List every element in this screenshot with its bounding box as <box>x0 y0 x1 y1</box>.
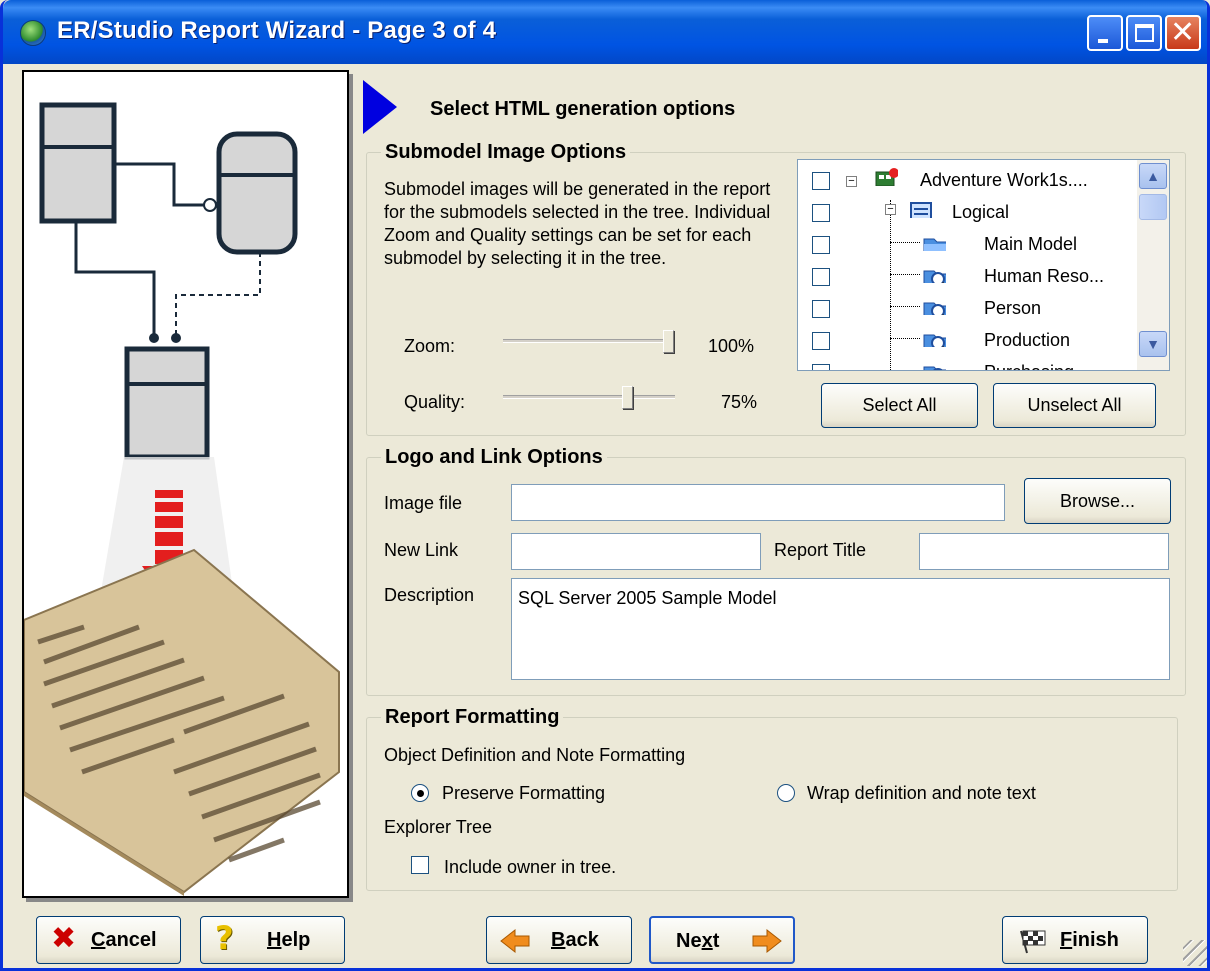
image-file-label: Image file <box>384 493 463 513</box>
quality-slider-thumb[interactable] <box>622 386 633 409</box>
collapse-icon[interactable]: − <box>885 204 896 215</box>
submodel-description: Submodel images will be generated in the… <box>384 179 771 268</box>
tree-item-checkbox[interactable] <box>812 300 830 318</box>
diagram-to-report-illustration <box>23 102 340 896</box>
wrap-text-label[interactable]: Wrap definition and note text <box>807 783 1036 804</box>
submodel-icon <box>923 302 946 315</box>
tree-item[interactable]: Production <box>798 328 1138 359</box>
back-button[interactable]: Back <box>486 916 632 964</box>
include-owner-checkbox[interactable] <box>411 856 429 874</box>
submodel-icon <box>923 270 946 283</box>
quality-label: Quality: <box>404 392 466 412</box>
zoom-slider-track[interactable] <box>503 339 675 343</box>
radio-selected-dot <box>417 790 424 797</box>
tree-item-label: Production <box>984 330 1071 350</box>
app-globe-icon <box>20 20 46 46</box>
tree-item[interactable]: Person <box>798 296 1138 327</box>
page-heading: Select HTML generation options <box>430 98 736 120</box>
description-label: Description <box>384 585 475 605</box>
cancel-button-label: Cancel <box>91 929 157 951</box>
zoom-value: 100% <box>708 336 755 356</box>
tree-item[interactable]: Purchasing <box>798 360 1138 370</box>
description-textarea[interactable]: SQL Server 2005 Sample Model <box>511 578 1170 680</box>
zoom-label: Zoom: <box>404 336 456 356</box>
scroll-thumb[interactable] <box>1139 194 1167 220</box>
tree-item[interactable]: − Adventure Work1s.... <box>798 168 1138 199</box>
preserve-formatting-radio[interactable] <box>411 784 429 802</box>
finish-button-label: Finish <box>1060 929 1119 951</box>
wizard-window: ER/Studio Report Wizard - Page 3 of 4 ✕ <box>0 0 1210 971</box>
tree-item-checkbox[interactable] <box>812 332 830 350</box>
tree-item-label: Main Model <box>984 234 1078 254</box>
tree-item-label: Person <box>984 298 1042 318</box>
submodel-icon <box>923 334 946 347</box>
include-owner-label[interactable]: Include owner in tree. <box>444 857 616 878</box>
folder-icon <box>923 238 946 251</box>
wrap-text-radio[interactable] <box>777 784 795 802</box>
tree-item-checkbox[interactable] <box>812 364 830 370</box>
tree-item-checkbox[interactable] <box>812 204 830 222</box>
collapse-icon[interactable]: − <box>846 176 857 187</box>
report-title-label: Report Title <box>774 540 867 560</box>
page-indicator-arrow-icon <box>363 80 397 134</box>
minimize-button[interactable] <box>1087 15 1123 51</box>
unselect-all-button[interactable]: Unselect All <box>993 383 1156 428</box>
next-button[interactable]: Next <box>649 916 795 964</box>
logical-model-icon <box>910 202 932 218</box>
cancel-x-icon: ✖ <box>51 921 77 956</box>
explorer-tree-label: Explorer Tree <box>384 817 493 837</box>
submodel-icon <box>923 366 946 370</box>
wizard-illustration <box>22 70 349 898</box>
group-legend: Report Formatting <box>385 706 560 728</box>
report-title-input[interactable] <box>919 533 1169 570</box>
back-button-label: Back <box>551 929 599 951</box>
tree-item-label: Purchasing <box>984 362 1074 370</box>
close-button[interactable]: ✕ <box>1165 15 1201 51</box>
checkered-flag-icon <box>1020 930 1046 954</box>
tree-item-label: Logical <box>952 202 1010 222</box>
finish-button[interactable]: Finish <box>1002 916 1148 964</box>
tree-item-label: Human Reso... <box>984 266 1105 286</box>
title-bar[interactable]: ER/Studio Report Wizard - Page 3 of 4 ✕ <box>3 0 1207 64</box>
tree-scrollbar[interactable]: ▲ ▼ <box>1137 160 1169 370</box>
tree-item-label: Adventure Work1s.... <box>920 170 1088 190</box>
tree-item[interactable]: Human Reso... <box>798 264 1138 295</box>
tree-item-checkbox[interactable] <box>812 236 830 254</box>
object-definition-label: Object Definition and Note Formatting <box>384 745 686 765</box>
scroll-down-icon[interactable]: ▼ <box>1139 331 1167 357</box>
tree-item[interactable]: Main Model <box>798 232 1138 263</box>
tree-item-checkbox[interactable] <box>812 172 830 190</box>
minimize-icon <box>1098 39 1108 43</box>
browse-button[interactable]: Browse... <box>1024 478 1171 524</box>
group-legend: Submodel Image Options <box>385 141 627 163</box>
cancel-button[interactable]: ✖ Cancel <box>36 916 181 964</box>
back-arrow-icon <box>500 928 530 954</box>
tree-item[interactable]: − Logical <box>798 200 1138 231</box>
next-arrow-icon <box>752 928 782 954</box>
help-button[interactable]: ? Help <box>200 916 345 964</box>
group-legend: Logo and Link Options <box>385 446 603 468</box>
window-title: ER/Studio Report Wizard - Page 3 of 4 <box>57 17 497 44</box>
help-question-icon: ? <box>215 919 234 957</box>
image-file-input[interactable] <box>511 484 1005 521</box>
model-icon <box>875 168 898 186</box>
next-button-label: Next <box>676 930 720 952</box>
zoom-slider-thumb[interactable] <box>663 330 674 353</box>
select-all-button[interactable]: Select All <box>821 383 978 428</box>
tree-item-checkbox[interactable] <box>812 268 830 286</box>
new-link-input[interactable] <box>511 533 761 570</box>
preserve-formatting-label[interactable]: Preserve Formatting <box>442 783 605 804</box>
maximize-button[interactable] <box>1126 15 1162 51</box>
help-button-label: Help <box>267 929 311 951</box>
quality-value: 75% <box>721 392 758 412</box>
quality-slider-track[interactable] <box>503 395 675 399</box>
new-link-label: New Link <box>384 540 459 560</box>
submodel-tree[interactable]: − Adventure Work1s.... − Logical Main Mo… <box>797 159 1170 371</box>
maximize-icon <box>1135 24 1154 42</box>
close-icon: ✕ <box>1170 15 1196 50</box>
scroll-up-icon[interactable]: ▲ <box>1139 163 1167 189</box>
resize-grip[interactable] <box>1183 940 1207 966</box>
